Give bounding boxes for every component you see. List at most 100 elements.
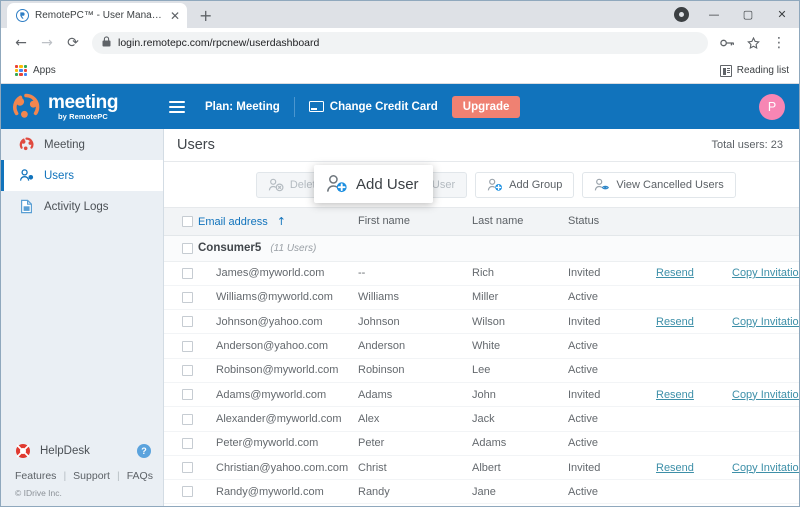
sidebar-footer-links: Features | Support | FAQs (1, 466, 163, 485)
row-checkbox[interactable] (182, 292, 193, 304)
table-row[interactable]: Robinson@myworld.com Robinson Lee Active (164, 358, 799, 383)
row-checkbox-cell (164, 261, 198, 286)
browser-menu-icon[interactable]: ⋮ (767, 31, 791, 55)
reading-list-button[interactable]: Reading list (719, 64, 789, 77)
select-all-checkbox[interactable] (182, 215, 193, 227)
row-checkbox[interactable] (182, 267, 193, 279)
view-cancelled-users-icon (594, 178, 610, 192)
new-tab-button[interactable]: + (199, 8, 212, 24)
row-checkbox[interactable] (182, 364, 193, 376)
copy-invitation-link[interactable]: Copy Invitation (732, 267, 799, 279)
helpdesk-button[interactable]: HelpDesk ? (1, 436, 163, 466)
table-row[interactable]: Randy@myworld.com Randy Jane Active (164, 479, 799, 505)
header-divider (293, 96, 295, 117)
sidebar-item-meeting[interactable]: Meeting (1, 129, 163, 160)
view-cancelled-users-button[interactable]: View Cancelled Users (582, 171, 736, 198)
column-header-first-name[interactable]: First name (358, 208, 472, 236)
cell-copy-invitation (732, 406, 799, 432)
table-row[interactable]: Adams@myworld.com Adams John Invited Res… (164, 382, 799, 408)
sidebar-item-users[interactable]: Users (1, 160, 163, 191)
cell-first-name: -- (358, 261, 472, 286)
row-checkbox[interactable] (182, 389, 193, 401)
status-badge: Invited (568, 261, 656, 286)
status-badge: Active (568, 406, 656, 432)
cell-resend (656, 358, 732, 383)
table-row[interactable]: Williams@myworld.com Williams Miller Act… (164, 285, 799, 311)
reload-icon[interactable]: ⟳ (61, 31, 85, 55)
meeting-logo[interactable]: meeting by RemotePC (11, 92, 147, 122)
resend-link[interactable]: Resend (656, 316, 694, 328)
row-checkbox[interactable] (182, 462, 193, 474)
group-select-checkbox[interactable] (182, 242, 193, 254)
row-checkbox[interactable] (182, 486, 193, 498)
browser-tab-strip: RemotePC™ - User Management ✕ + — ▢ ✕ (1, 1, 799, 28)
browser-tab[interactable]: RemotePC™ - User Management ✕ (7, 3, 187, 28)
table-row[interactable]: Peter@myworld.com Peter Adams Active (164, 431, 799, 456)
table-header-row: Email address ↑ First name Last name Sta… (164, 208, 799, 236)
plan-label: Plan: Meeting (205, 100, 280, 113)
cell-email: Robinson@myworld.com (198, 358, 358, 383)
resend-link[interactable]: Resend (656, 462, 694, 474)
add-user-label: Add User (356, 175, 419, 193)
row-checkbox-cell (164, 333, 198, 359)
sidebar-item-activity-logs[interactable]: Activity Logs (1, 191, 163, 222)
row-checkbox[interactable] (182, 437, 193, 449)
avatar[interactable]: P (759, 93, 785, 120)
link-support[interactable]: Support (73, 470, 110, 482)
lifebuoy-icon (15, 443, 31, 459)
view-cancelled-users-label: View Cancelled Users (616, 178, 724, 191)
back-icon[interactable]: ← (9, 31, 33, 55)
resend-link[interactable]: Resend (656, 267, 694, 279)
table-row[interactable]: Johnson@yahoo.com Johnson Wilson Invited… (164, 309, 799, 335)
window-maximize-button[interactable]: ▢ (731, 1, 765, 28)
cell-email: James@myworld.com (198, 261, 358, 286)
resend-link[interactable]: Resend (656, 389, 694, 401)
bookmark-star-icon[interactable] (741, 31, 765, 55)
cell-email: Christian@yahoo.com.com (198, 455, 358, 481)
row-checkbox[interactable] (182, 340, 193, 352)
column-header-email[interactable]: Email address ↑ (198, 208, 358, 236)
status-badge: Invited (568, 455, 656, 481)
status-badge: Active (568, 358, 656, 383)
help-question-icon[interactable]: ? (137, 444, 151, 458)
logo-main-text: meeting (48, 91, 119, 113)
table-row[interactable]: Alexander@myworld.com Alex Jack Active (164, 406, 799, 432)
reading-list-label: Reading list (736, 65, 789, 76)
column-header-last-name[interactable]: Last name (472, 208, 568, 236)
group-row[interactable]: Consumer5 (11 Users) ⌃ (164, 235, 799, 262)
window-minimize-button[interactable]: — (697, 1, 731, 28)
apps-shortcut[interactable]: Apps (11, 63, 60, 79)
window-close-button[interactable]: ✕ (765, 1, 799, 28)
add-user-button[interactable]: Add User (314, 165, 433, 203)
sort-ascending-icon: ↑ (276, 214, 286, 228)
table-row[interactable]: Christian@yahoo.com.com Christ Albert In… (164, 455, 799, 481)
change-credit-card-button[interactable]: Change Credit Card (308, 101, 438, 113)
table-row[interactable]: James@myworld.com -- Rich Invited Resend… (164, 261, 799, 286)
copy-invitation-link[interactable]: Copy Invitation (732, 389, 799, 401)
row-checkbox[interactable] (182, 413, 193, 425)
status-badge: Active (568, 285, 656, 311)
browser-profile-icon[interactable] (674, 7, 689, 22)
users-table-container: Email address ↑ First name Last name Sta… (164, 207, 799, 506)
address-bar[interactable]: login.remotepc.com/rpcnew/userdashboard (92, 32, 708, 54)
hamburger-icon[interactable] (169, 100, 185, 113)
link-features[interactable]: Features (15, 470, 56, 482)
table-row[interactable]: Anderson@yahoo.com Anderson White Active (164, 333, 799, 359)
link-faqs[interactable]: FAQs (127, 470, 153, 482)
application: meeting by RemotePC Plan: Meeting Change… (1, 84, 799, 506)
apps-shortcut-label: Apps (33, 65, 56, 76)
cell-copy-invitation: Copy Invitation (732, 455, 799, 481)
row-checkbox-cell (164, 285, 198, 311)
remotepc-favicon-icon (16, 9, 29, 22)
copy-invitation-link[interactable]: Copy Invitation (732, 316, 799, 328)
select-all-header (164, 208, 198, 236)
tab-close-icon[interactable]: ✕ (170, 10, 180, 22)
key-icon[interactable] (715, 31, 739, 55)
content-area: Users Total users: 23 Add User (164, 129, 799, 506)
column-header-status[interactable]: Status (568, 208, 656, 236)
add-group-button[interactable]: Add Group (475, 171, 575, 198)
row-checkbox[interactable] (182, 316, 193, 328)
upgrade-button[interactable]: Upgrade (451, 95, 521, 118)
cell-copy-invitation: Copy Invitation (732, 261, 799, 286)
copy-invitation-link[interactable]: Copy Invitation (732, 462, 799, 474)
